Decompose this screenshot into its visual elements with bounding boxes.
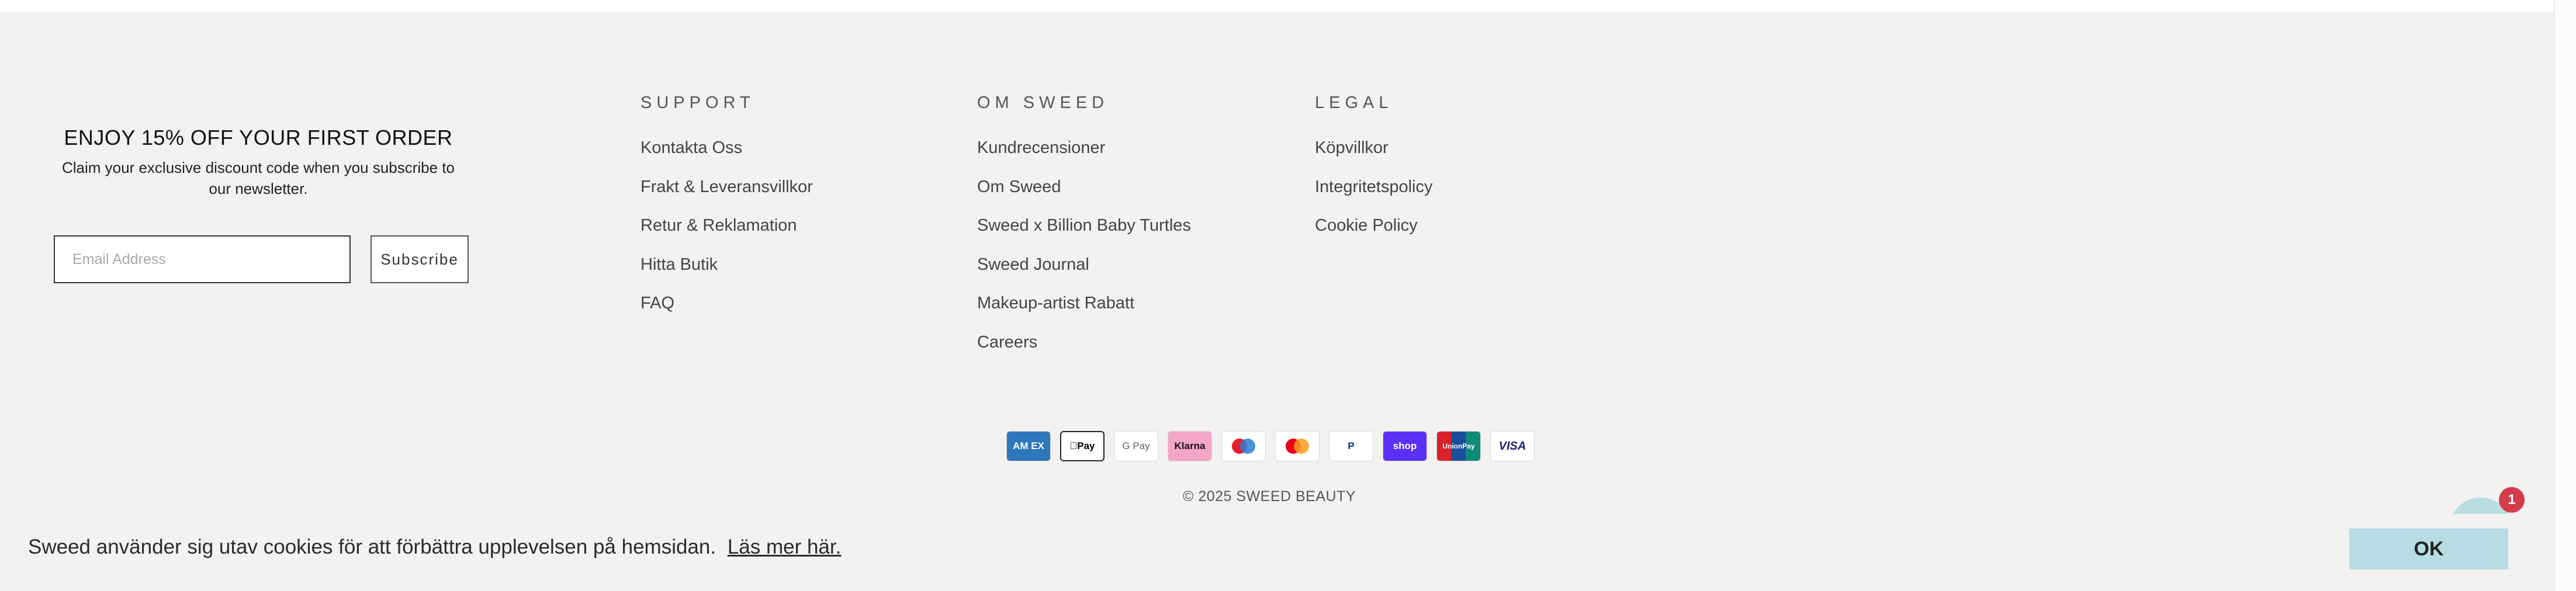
cookie-read-more-link[interactable]: Läs mer här. [728,536,842,558]
om-sweed-column: OM SWEED Kundrecensioner Om Sweed Sweed x … [977,93,1191,370]
klarna-icon: Klarna [1168,431,1212,461]
support-link[interactable]: Hitta Butik [640,254,813,293]
support-link[interactable]: Kontakta Oss [640,137,813,176]
cookie-text: Sweed använder sig utav cookies för att … [28,536,716,558]
support-title: SUPPORT [640,93,755,112]
support-link[interactable]: Retur & Reklamation [640,215,813,254]
apple-pay-icon: Pay [1060,431,1105,461]
om-link[interactable]: Om Sweed [977,176,1191,215]
newsletter-form: Subscribe [54,235,469,283]
om-link[interactable]: Careers [977,332,1191,371]
shop-pay-icon: shop [1383,431,1427,461]
email-field[interactable] [54,235,351,283]
scrollbar[interactable] [2554,0,2576,591]
klarna-label: Klarna [1174,440,1206,451]
cookie-banner: Sweed använder sig utav cookies för att … [0,514,2554,591]
support-column: SUPPORT Kontakta Oss Frakt & Leveransvill… [640,93,813,332]
visa-icon: VISA [1490,431,1535,461]
legal-link[interactable]: Cookie Policy [1315,215,1433,254]
support-link[interactable]: FAQ [640,293,813,332]
legal-link[interactable]: Integritetspolicy [1315,176,1433,215]
legal-title: LEGAL [1315,93,1393,112]
newsletter-section: ENJOY 15% OFF YOUR FIRST ORDER Claim you… [54,126,463,199]
newsletter-text: Claim your exclusive discount code when … [61,159,455,197]
copyright: © 2025 SWEED BEAUTY [1182,488,1356,505]
legal-links: Köpvillkor Integritetspolicy Cookie Policy [1315,137,1433,254]
visa-label: VISA [1498,439,1526,453]
paypal-label: P [1348,440,1355,451]
chat-badge: 1 [2499,487,2525,513]
top-strip [0,0,2554,12]
legal-column: LEGAL Köpvillkor Integritetspolicy Cookie … [1315,93,1433,254]
mastercard-icon [1275,431,1320,461]
legal-link[interactable]: Köpvillkor [1315,137,1433,176]
cookie-message: Sweed använder sig utav cookies för att … [28,536,841,559]
om-sweed-links: Kundrecensioner Om Sweed Sweed x Billion B… [977,137,1191,370]
unionpay-label: UnionPay [1442,442,1475,450]
google-pay-label: G Pay [1122,440,1150,451]
apple-pay-label: Pay [1073,440,1095,451]
cookie-ok-button[interactable]: OK [2349,529,2508,569]
support-link[interactable]: Frakt & Leveransvillkor [640,176,813,215]
om-link[interactable]: Kundrecensioner [977,137,1191,176]
om-sweed-title: OM SWEED [977,93,1109,112]
subscribe-button[interactable]: Subscribe [371,235,469,283]
om-link[interactable]: Sweed x Billion Baby Turtles [977,215,1191,254]
amex-icon: AM EX [1006,431,1051,461]
google-pay-icon: G Pay [1114,431,1158,461]
paypal-icon: P [1329,431,1373,461]
shop-pay-label: shop [1393,440,1417,451]
newsletter-title: ENJOY 15% OFF YOUR FIRST ORDER [64,126,453,150]
om-link[interactable]: Makeup-artist Rabatt [977,293,1191,332]
apple-logo-icon:  [1070,440,1078,452]
support-links: Kontakta Oss Frakt & Leveransvillkor Retur… [640,137,813,332]
maestro-icon [1221,431,1266,461]
payment-icons: AM EX Pay G Pay Klarna Pshop UnionPay VISA [1006,431,1535,461]
footer: ENJOY 15% OFF YOUR FIRST ORDER Claim you… [0,12,2554,514]
om-link[interactable]: Sweed Journal [977,254,1191,293]
amex-label: AM EX [1013,440,1044,451]
unionpay-icon: UnionPay [1436,431,1481,461]
